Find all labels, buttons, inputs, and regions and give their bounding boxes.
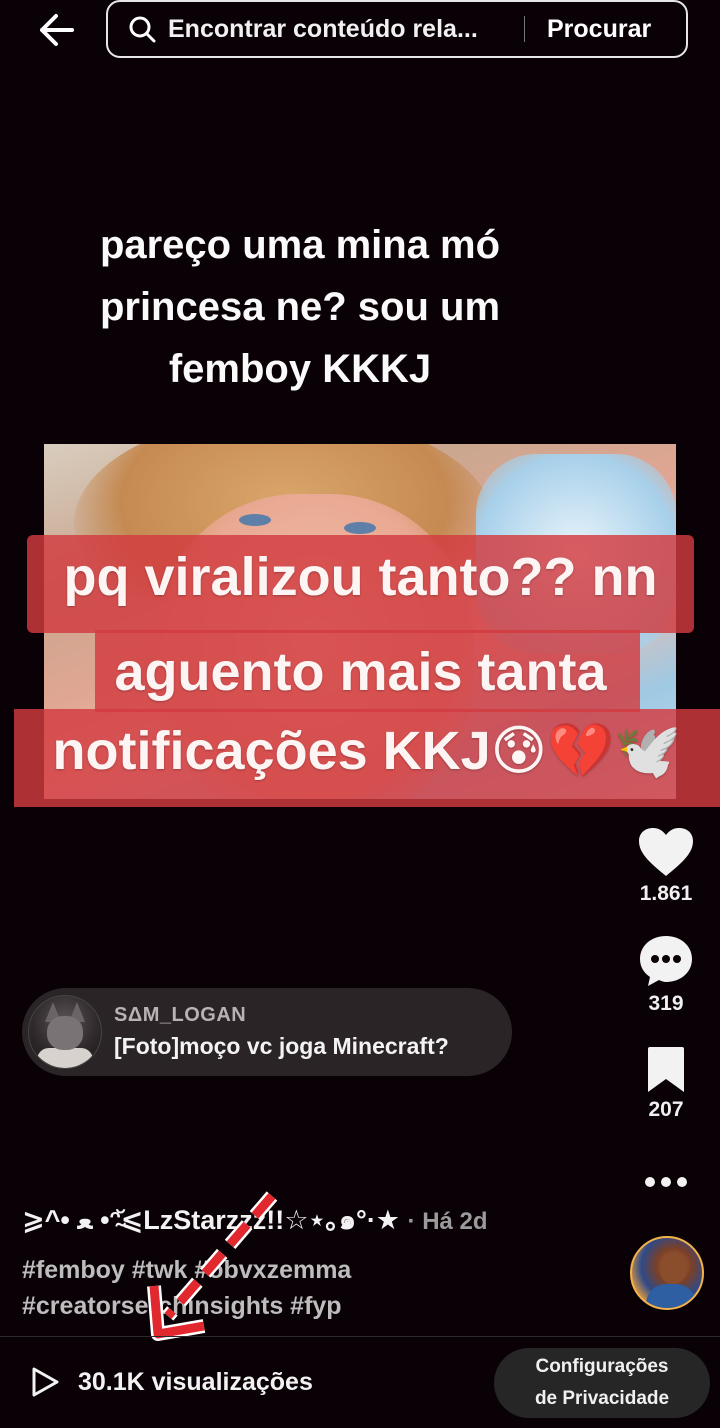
play-icon (32, 1367, 59, 1397)
search-icon (128, 14, 158, 44)
search-input[interactable]: Encontrar conteúdo rela... (168, 15, 506, 44)
comment-button[interactable]: 319 (630, 934, 702, 1016)
caption-line: femboy KKKJ (168, 347, 432, 391)
privacy-label-line1: Configurações (535, 1356, 669, 1377)
like-button[interactable]: 1.861 (630, 826, 702, 906)
hashtags: #femboy #tw​k #obvxzemma #creatorse​rchi… (22, 1252, 582, 1324)
more-icon (645, 1177, 687, 1187)
featured-comment[interactable]: SΔM_LOGAN [Foto]moço vc joga Minecraft? (22, 988, 512, 1076)
views-button[interactable]: 30.1K visualizações (30, 1366, 313, 1398)
back-button[interactable] (30, 8, 82, 52)
overlay-text-line: pq viralizou tanto?? nn (63, 547, 658, 607)
search-bar[interactable]: Encontrar conteúdo rela... Procurar (106, 0, 688, 58)
views-count: 30.1K visualizações (78, 1367, 313, 1396)
privacy-label-line2: de Privacidade (534, 1388, 670, 1409)
comment-icon (640, 936, 692, 986)
comment-username: SΔM_LOGAN (114, 1004, 247, 1026)
annotation-arrow (147, 1191, 278, 1341)
hashtag-link[interactable]: #femboy (22, 1256, 125, 1284)
privacy-settings-button[interactable]: Configurações de Privacidade (494, 1348, 710, 1418)
search-divider (524, 16, 525, 42)
caption-line: princesa ne? sou um (99, 285, 501, 329)
bottom-divider (0, 1336, 720, 1337)
author-avatar[interactable] (630, 1236, 704, 1310)
more-button[interactable] (630, 1172, 702, 1192)
overlay-text-line: aguento mais tanta (114, 642, 607, 702)
heart-icon (639, 828, 693, 876)
hashtag-link[interactable]: #fyp (290, 1292, 341, 1320)
back-arrow-icon (40, 14, 74, 46)
save-count: 207 (648, 1098, 684, 1121)
save-button[interactable]: 207 (630, 1046, 702, 1122)
caption-line: pareço uma mina mó (99, 223, 501, 267)
avatar (28, 995, 102, 1069)
comment-count: 319 (648, 992, 684, 1015)
search-button[interactable]: Procurar (547, 15, 651, 44)
comment-text: [Foto]moço vc joga Minecraft? (114, 1033, 449, 1059)
post-time: · Há 2d (407, 1208, 488, 1235)
like-count: 1.861 (639, 882, 693, 905)
video-caption-text: pareço uma mina mó princesa ne? sou um f… (40, 214, 560, 400)
bookmark-icon (648, 1047, 684, 1092)
overlay-text-line: notificações KKJ😰💔🕊️ (52, 721, 682, 781)
